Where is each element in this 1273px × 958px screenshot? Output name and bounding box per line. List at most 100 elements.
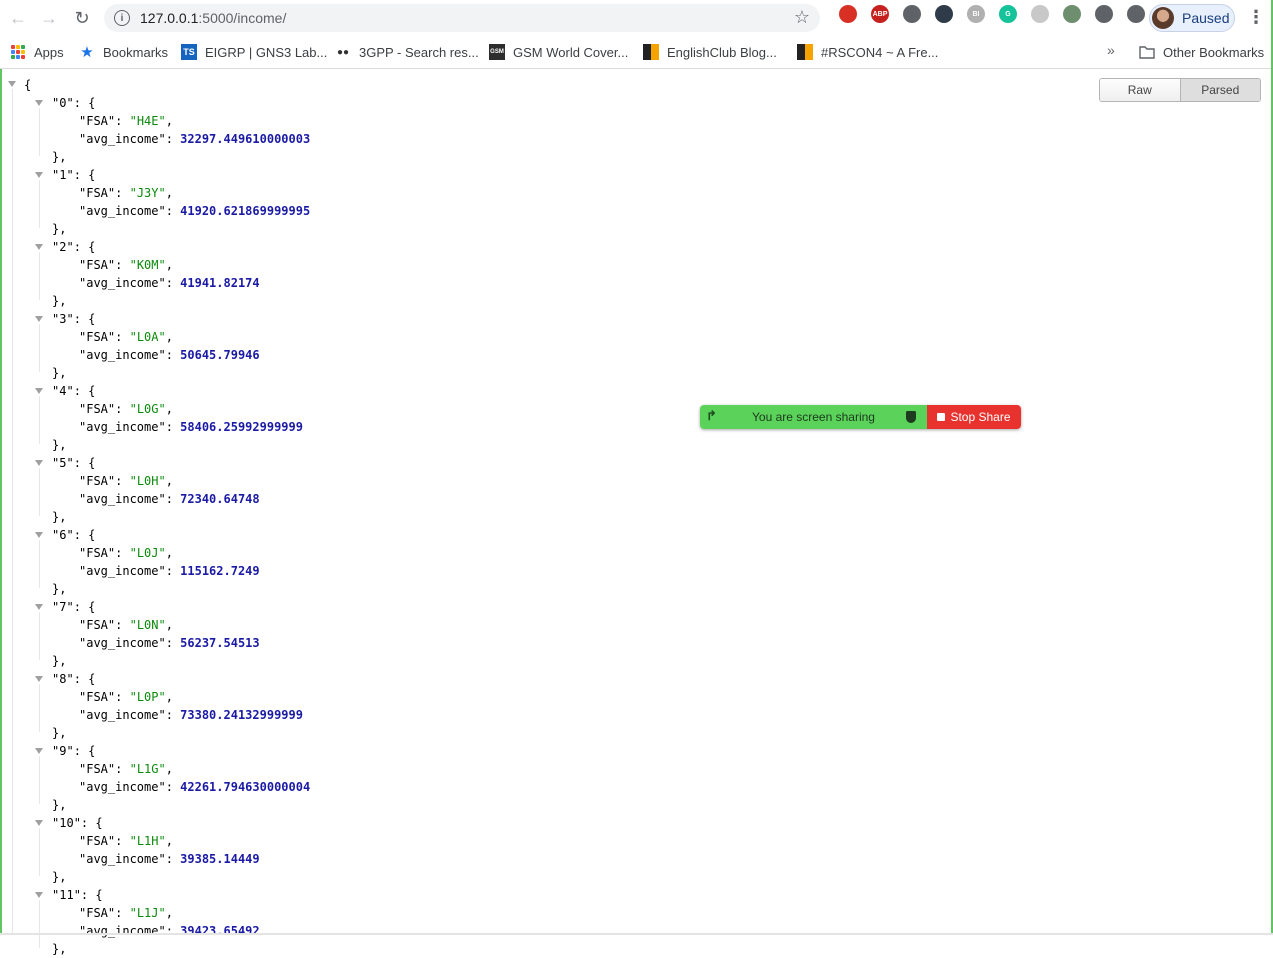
forward-arrow-icon[interactable]: → — [34, 3, 64, 33]
fsa-value: L0H — [136, 474, 159, 488]
collapse-toggle-icon[interactable] — [35, 676, 43, 682]
collapse-toggle-icon[interactable] — [35, 748, 43, 754]
record-index: 0 — [59, 96, 67, 110]
bookmark-gsm[interactable]: GSM GSM World Cover... — [489, 42, 628, 62]
json-fsa-line: "FSA": "L0P", — [79, 690, 173, 704]
json-record-header: "9": { — [52, 744, 96, 758]
share-arrow-icon: ↱ — [706, 408, 717, 423]
abp-icon[interactable]: ABP — [871, 5, 889, 23]
extension-dark-icon[interactable] — [935, 5, 953, 23]
json-income-line: "avg_income": 39385.14449 — [79, 852, 260, 866]
collapse-toggle-icon[interactable] — [35, 532, 43, 538]
json-fsa-line: "FSA": "L0N", — [79, 618, 173, 632]
collapse-toggle-icon[interactable] — [35, 604, 43, 610]
indent-guide — [39, 900, 40, 948]
extension-bi-icon[interactable]: BI — [967, 5, 985, 23]
parsed-button[interactable]: Parsed — [1180, 79, 1260, 101]
collapse-toggle-icon[interactable] — [35, 820, 43, 826]
json-fsa-line: "FSA": "K0M", — [79, 258, 173, 272]
bookmark-englishclub[interactable]: EnglishClub Blog... — [643, 42, 777, 62]
indent-guide — [39, 540, 40, 588]
url-path: :5000/income/ — [198, 10, 287, 26]
indent-guide — [39, 324, 40, 372]
fsa-key: "FSA": — [79, 762, 130, 776]
more-menu-icon[interactable]: ⋮ — [1247, 7, 1265, 28]
fsa-key: "FSA": — [79, 906, 130, 920]
json-income-line: "avg_income": 72340.64748 — [79, 492, 260, 506]
indent-guide — [39, 612, 40, 660]
reload-icon[interactable]: ↻ — [67, 3, 97, 33]
site-info-icon[interactable]: i — [114, 10, 130, 26]
collapse-toggle-icon[interactable] — [35, 892, 43, 898]
fsa-value: L1G — [136, 762, 159, 776]
json-record-close: }, — [52, 294, 67, 308]
fsa-key: "FSA": — [79, 474, 130, 488]
bookmark-eigrp[interactable]: TS EIGRP | GNS3 Lab... — [181, 42, 327, 62]
fsa-value: L0P — [136, 690, 159, 704]
bookmark-apps[interactable]: Apps — [10, 42, 64, 62]
json-income-line: "avg_income": 41941.82174 — [79, 276, 260, 290]
other-bookmarks[interactable]: Other Bookmarks — [1139, 42, 1264, 62]
fsa-quote: " — [129, 762, 137, 776]
share-status[interactable]: ↱ You are screen sharing — [700, 405, 927, 429]
fsa-key: "FSA": — [79, 618, 130, 632]
json-record-header: "4": { — [52, 384, 96, 398]
back-arrow-icon[interactable]: ← — [3, 3, 33, 33]
record-index: 11 — [59, 888, 74, 902]
json-income-line: "avg_income": 50645.79946 — [79, 348, 260, 362]
collapse-toggle-icon[interactable] — [35, 388, 43, 394]
avg-income-value: 50645.79946 — [180, 348, 260, 362]
fsa-key: "FSA": — [79, 690, 130, 704]
screen-share-bar: ↱ You are screen sharing Stop Share — [700, 405, 1021, 429]
extension-brackets-icon[interactable] — [1095, 5, 1113, 23]
avg-income-value: 115162.7249 — [180, 564, 260, 578]
indent-guide — [39, 468, 40, 516]
apps-grid-icon — [10, 44, 26, 60]
fsa-key: "FSA": — [79, 186, 130, 200]
fsa-key: "FSA": — [79, 258, 130, 272]
bookmark-label: 3GPP - Search res... — [359, 44, 479, 60]
profile-button[interactable]: Paused — [1149, 4, 1235, 32]
collapse-toggle-icon[interactable] — [35, 316, 43, 322]
record-index: 1 — [59, 168, 67, 182]
extension-circle-icon[interactable] — [903, 5, 921, 23]
puzzle-icon[interactable] — [1127, 5, 1145, 23]
fsa-quote: " — [129, 834, 137, 848]
bookmark-bookmarks[interactable]: ★ Bookmarks — [79, 42, 168, 62]
bookmark-star-icon[interactable]: ☆ — [794, 7, 810, 28]
adblock-icon[interactable] — [839, 5, 857, 23]
json-record-header: "7": { — [52, 600, 96, 614]
collapse-toggle-icon[interactable] — [35, 172, 43, 178]
bookmark-label: EnglishClub Blog... — [667, 44, 777, 60]
raw-button[interactable]: Raw — [1100, 79, 1181, 101]
blogger-site-icon — [643, 44, 659, 60]
collapse-toggle-icon[interactable] — [35, 460, 43, 466]
fsa-quote: " — [129, 186, 137, 200]
fsa-value: L0N — [136, 618, 159, 632]
fsa-value: L0G — [136, 402, 159, 416]
record-index: 5 — [59, 456, 67, 470]
bookmark-label: Bookmarks — [103, 44, 169, 60]
fsa-quote: " — [158, 258, 166, 272]
url-text[interactable]: 127.0.0.1:5000/income/ — [140, 10, 286, 26]
fsa-quote: " — [158, 618, 166, 632]
json-income-line: "avg_income": 115162.7249 — [79, 564, 260, 578]
bookmark-rscon4[interactable]: #RSCON4 ~ A Fre... — [797, 42, 938, 62]
fsa-quote: " — [129, 474, 137, 488]
address-bar[interactable]: i 127.0.0.1:5000/income/ ☆ — [104, 4, 820, 32]
json-fsa-line: "FSA": "L1H", — [79, 834, 173, 848]
3gpp-site-icon: ●● — [336, 46, 350, 58]
collapse-toggle-icon[interactable] — [35, 100, 43, 106]
record-index: 10 — [59, 816, 74, 830]
bookmarks-overflow-icon[interactable]: » — [1107, 42, 1115, 58]
stop-share-button[interactable]: Stop Share — [927, 405, 1021, 429]
bookmark-3gpp[interactable]: ●● 3GPP - Search res... — [335, 42, 479, 62]
collapse-toggle-icon[interactable] — [8, 81, 16, 87]
fsa-value: L1H — [136, 834, 159, 848]
extension-gray-icon[interactable] — [1031, 5, 1049, 23]
grammarly-icon[interactable]: G — [999, 5, 1017, 23]
avg-income-value: 58406.25992999999 — [180, 420, 303, 434]
eyedropper-icon[interactable] — [1063, 5, 1081, 23]
fsa-value: H4E — [136, 114, 159, 128]
collapse-toggle-icon[interactable] — [35, 244, 43, 250]
